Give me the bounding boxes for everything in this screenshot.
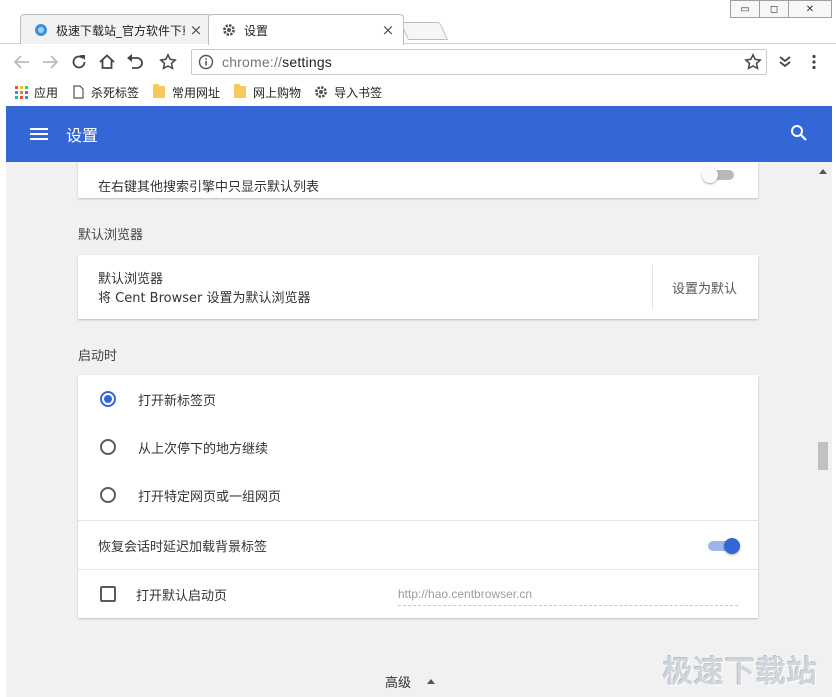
- vertical-divider: [652, 265, 653, 309]
- settings-header: 设置: [6, 106, 832, 162]
- open-default-row[interactable]: 打开默认启动页 http://hao.centbrowser.cn: [78, 570, 758, 618]
- reload-icon: [72, 55, 86, 69]
- new-tab-button[interactable]: [399, 22, 449, 40]
- advanced-label: 高级: [384, 676, 411, 691]
- bookmark-label: 杀死标签: [91, 85, 140, 100]
- back-button[interactable]: [10, 51, 34, 73]
- search-engine-card: 在右键其他搜索引擎中只显示默认列表: [78, 162, 758, 198]
- open-default-checkbox[interactable]: [100, 586, 116, 602]
- settings-content: 在右键其他搜索引擎中只显示默认列表 默认浏览器 默认浏览器 将 Cent Bro…: [6, 162, 814, 697]
- startup-option-label: 打开特定网页或一组网页: [138, 489, 282, 505]
- tab-close-icon[interactable]: ×: [189, 21, 203, 39]
- only-default-label: 在右键其他搜索引擎中只显示默认列表: [98, 179, 320, 195]
- default-browser-sublabel: 将 Cent Browser 设置为默认浏览器: [98, 291, 311, 306]
- bookmark-kill-tabs[interactable]: 杀死标签: [71, 84, 139, 101]
- back-arrow-icon: [13, 55, 29, 69]
- startup-option-specific-pages[interactable]: 打开特定网页或一组网页: [78, 471, 758, 519]
- startup-card: 打开新标签页 从上次停下的地方继续 打开特定网页或一组网页 恢复会话时延迟加载背…: [78, 375, 758, 618]
- radio-continue[interactable]: [100, 439, 116, 455]
- startup-option-new-tab[interactable]: 打开新标签页: [78, 375, 758, 423]
- watermark-logo: 极速下载站: [663, 655, 818, 690]
- scrollbar-thumb[interactable]: [818, 442, 828, 470]
- minimize-button[interactable]: ▭: [730, 0, 760, 18]
- bookmark-label: 应用: [34, 85, 59, 100]
- vertical-dots-icon: [812, 54, 816, 70]
- tab-settings[interactable]: 设置 ×: [208, 14, 404, 45]
- url-scheme: chrome://: [222, 54, 283, 70]
- lazy-load-toggle[interactable]: [706, 538, 740, 554]
- startup-option-continue[interactable]: 从上次停下的地方继续: [78, 423, 758, 471]
- undo-close-tab-button[interactable]: [123, 51, 147, 73]
- page-title: 设置: [66, 126, 99, 145]
- menu-button[interactable]: [802, 51, 826, 73]
- folder-icon: [152, 84, 166, 99]
- default-browser-label: 默认浏览器: [98, 272, 164, 287]
- bookmarks-bar: 应用 杀死标签 常用网址 网上购物 导入书签: [0, 80, 836, 104]
- extensions-overflow-button[interactable]: [773, 51, 797, 73]
- double-chevron-down-icon: [779, 56, 791, 68]
- section-title-startup: 启动时: [78, 349, 118, 364]
- radio-specific-pages[interactable]: [100, 487, 116, 503]
- radio-new-tab[interactable]: [100, 391, 116, 407]
- hamburger-menu-icon[interactable]: [30, 128, 48, 140]
- scrollbar[interactable]: [814, 162, 832, 697]
- caret-up-icon: [427, 679, 435, 684]
- browser-toolbar: chrome://settings: [0, 44, 836, 80]
- home-icon: [99, 54, 115, 69]
- gear-icon: [221, 22, 237, 38]
- lazy-load-label: 恢复会话时延迟加载背景标签: [98, 539, 268, 555]
- forward-arrow-icon: [43, 55, 59, 69]
- bookmark-label: 常用网址: [172, 85, 221, 100]
- tab-title: 极速下载站_官方软件下载: [56, 23, 185, 38]
- bookmark-label: 网上购物: [253, 85, 302, 100]
- tab-title: 设置: [244, 23, 269, 38]
- only-default-row: 在右键其他搜索引擎中只显示默认列表: [78, 162, 758, 198]
- reload-button[interactable]: [67, 51, 91, 73]
- scroll-up-arrow-icon[interactable]: [819, 169, 827, 174]
- bookmark-apps[interactable]: 应用: [14, 84, 58, 101]
- close-window-button[interactable]: ✕: [788, 0, 832, 18]
- forward-button[interactable]: [38, 51, 62, 73]
- default-url-input[interactable]: http://hao.centbrowser.cn: [398, 582, 738, 606]
- undo-icon: [127, 54, 143, 69]
- bookmark-import[interactable]: 导入书签: [314, 84, 382, 101]
- apps-grid-icon: [14, 85, 28, 99]
- home-button[interactable]: [95, 51, 119, 73]
- search-icon[interactable]: [790, 124, 808, 146]
- restore-button[interactable]: ◻: [759, 0, 789, 18]
- lazy-load-row: 恢复会话时延迟加载背景标签: [78, 521, 758, 569]
- bookmark-page-star-icon[interactable]: [744, 53, 762, 71]
- bookmark-folder-shopping[interactable]: 网上购物: [233, 84, 301, 101]
- startup-option-label: 打开新标签页: [138, 393, 217, 409]
- title-bar: 极速下载站_官方软件下载 × 设置 × ▭ ◻ ✕: [0, 0, 836, 45]
- address-bar[interactable]: chrome://settings: [191, 49, 767, 75]
- site-favicon-icon: [33, 22, 49, 38]
- default-browser-card: 默认浏览器 将 Cent Browser 设置为默认浏览器 设置为默认: [78, 255, 758, 319]
- url-text[interactable]: chrome://settings: [214, 54, 744, 70]
- folder-icon: [233, 84, 247, 99]
- tab-download-site[interactable]: 极速下载站_官方软件下载 ×: [20, 14, 212, 45]
- tab-close-icon[interactable]: ×: [381, 21, 395, 39]
- star-icon: [159, 53, 177, 70]
- set-default-button[interactable]: 设置为默认: [672, 278, 737, 297]
- only-default-toggle[interactable]: [702, 167, 736, 183]
- bookmark-folder-common-sites[interactable]: 常用网址: [152, 84, 220, 101]
- bookmark-label: 导入书签: [334, 85, 383, 100]
- bookmark-star-button[interactable]: [156, 51, 180, 73]
- url-path: settings: [282, 54, 333, 70]
- startup-option-label: 从上次停下的地方继续: [138, 441, 269, 457]
- gear-icon: [314, 85, 328, 99]
- default-browser-text: 默认浏览器 将 Cent Browser 设置为默认浏览器: [98, 268, 311, 306]
- window-controls: ▭ ◻ ✕: [730, 0, 832, 18]
- open-default-label: 打开默认启动页: [136, 588, 228, 604]
- info-icon: [198, 54, 214, 70]
- page-icon: [71, 85, 85, 99]
- section-title-default-browser: 默认浏览器: [78, 228, 144, 243]
